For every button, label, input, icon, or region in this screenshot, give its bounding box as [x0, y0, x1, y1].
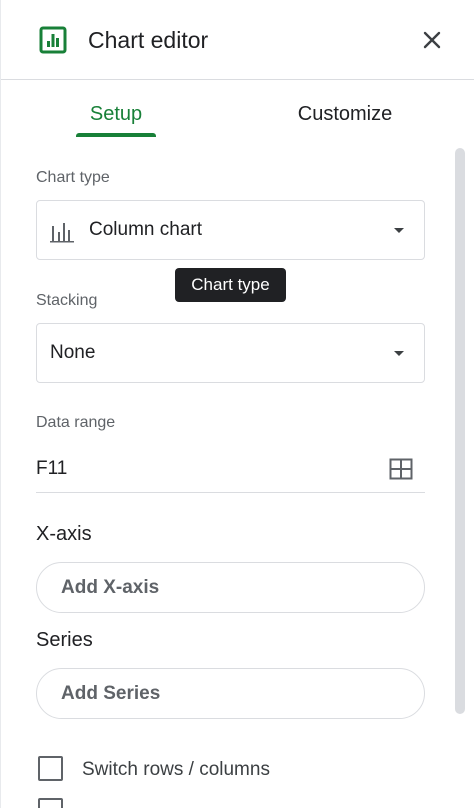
chart-type-dropdown[interactable]: Column chart	[36, 200, 425, 260]
scrollbar-thumb[interactable]	[455, 148, 465, 714]
chart-editor-panel: Chart editor Setup Customize Chart type …	[0, 0, 474, 808]
select-range-icon[interactable]	[389, 458, 413, 480]
add-series-button[interactable]: Add Series	[36, 668, 425, 719]
data-range-label: Data range	[36, 414, 116, 431]
x-axis-heading: X-axis	[36, 523, 92, 545]
add-series-label: Add Series	[61, 683, 161, 704]
switch-rows-columns-label: Switch rows / columns	[82, 759, 270, 780]
column-chart-icon	[50, 223, 74, 243]
chart-type-tooltip: Chart type	[175, 268, 286, 302]
switch-rows-columns-checkbox[interactable]	[38, 756, 63, 781]
close-icon	[423, 31, 441, 49]
option-checkbox-partial[interactable]	[38, 798, 63, 808]
add-x-axis-button[interactable]: Add X-axis	[36, 562, 425, 613]
chart-editor-header: Chart editor	[1, 0, 474, 80]
close-button[interactable]	[418, 26, 446, 54]
data-range-input[interactable]: F11	[36, 456, 67, 482]
tab-setup[interactable]: Setup	[73, 100, 159, 138]
panel-title: Chart editor	[88, 27, 209, 53]
add-x-axis-label: Add X-axis	[61, 577, 160, 598]
stacking-dropdown[interactable]: None	[36, 323, 425, 383]
chart-type-label: Chart type	[36, 169, 110, 186]
tab-customize[interactable]: Customize	[286, 100, 404, 138]
chart-icon	[39, 26, 67, 54]
dropdown-arrow-icon	[394, 228, 404, 233]
series-heading: Series	[36, 629, 93, 651]
dropdown-arrow-icon	[394, 351, 404, 356]
data-range-underline	[36, 492, 425, 493]
stacking-label: Stacking	[36, 292, 98, 309]
chart-type-value: Column chart	[89, 219, 202, 240]
stacking-value: None	[50, 342, 96, 363]
